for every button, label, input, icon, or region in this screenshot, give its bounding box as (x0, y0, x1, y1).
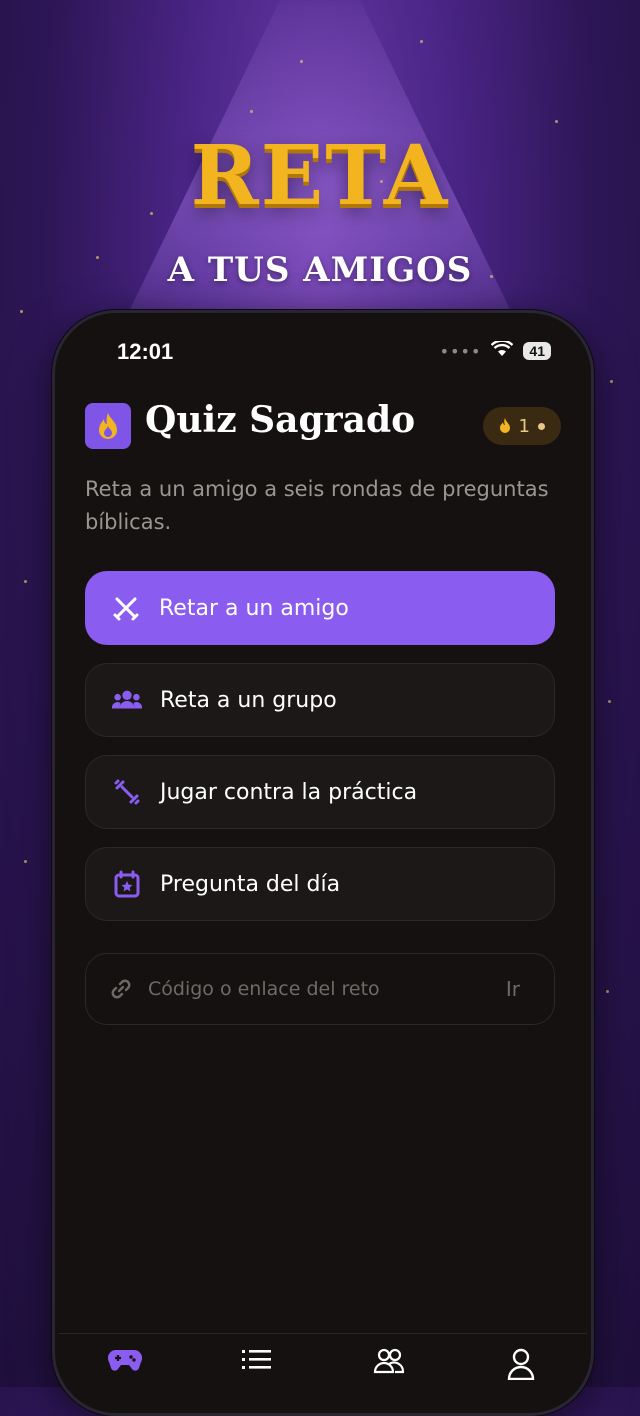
tab-play[interactable] (59, 1334, 191, 1413)
daily-question-button[interactable]: Pregunta del día (85, 847, 555, 921)
streak-count: 1 (518, 415, 530, 437)
profile-icon (507, 1348, 535, 1380)
flame-logo-icon (85, 403, 131, 449)
challenge-code-field[interactable]: Ir (85, 953, 555, 1025)
dot-icon (538, 422, 545, 430)
app-header: Quiz Sagrado 1 (85, 399, 561, 451)
phone-frame: 12:01 •••• 41 Quiz Sagrado 1 Reta a un a… (52, 310, 594, 1416)
list-icon (242, 1350, 271, 1369)
promo-title: RETA (190, 128, 450, 224)
wifi-icon (491, 339, 514, 361)
tab-profile[interactable] (455, 1334, 587, 1413)
challenge-group-label: Reta a un grupo (160, 687, 337, 713)
link-icon (110, 978, 132, 1000)
calendar-star-icon (112, 869, 142, 899)
challenge-code-input[interactable] (146, 977, 480, 1001)
practice-label: Jugar contra la práctica (160, 779, 418, 805)
daily-question-label: Pregunta del día (160, 871, 341, 897)
practice-button[interactable]: Jugar contra la práctica (85, 755, 555, 829)
battery-indicator: 41 (523, 342, 551, 360)
go-button[interactable]: Ir (506, 977, 520, 1001)
friends-icon (373, 1348, 405, 1374)
gamepad-icon (108, 1349, 142, 1371)
challenge-friend-label: Retar a un amigo (159, 595, 349, 621)
group-icon (112, 685, 142, 715)
flame-icon (499, 418, 510, 433)
page-subtitle: Reta a un amigo a seis rondas de pregunt… (85, 477, 549, 534)
status-bar: 12:01 •••• 41 (55, 339, 591, 369)
status-indicators: •••• 41 (439, 339, 551, 361)
app-title: Quiz Sagrado (145, 399, 416, 441)
tab-bar (59, 1333, 587, 1413)
signal-icon: •••• (439, 341, 482, 361)
swords-icon (111, 593, 141, 623)
tab-list[interactable] (191, 1334, 323, 1413)
status-time: 12:01 (117, 339, 174, 364)
promo-subtitle: A TUS AMIGOS (167, 250, 473, 290)
dumbbell-icon (112, 777, 142, 807)
challenge-group-button[interactable]: Reta a un grupo (85, 663, 555, 737)
tab-friends[interactable] (323, 1334, 455, 1413)
streak-badge[interactable]: 1 (482, 407, 561, 445)
challenge-friend-button[interactable]: Retar a un amigo (85, 571, 555, 645)
